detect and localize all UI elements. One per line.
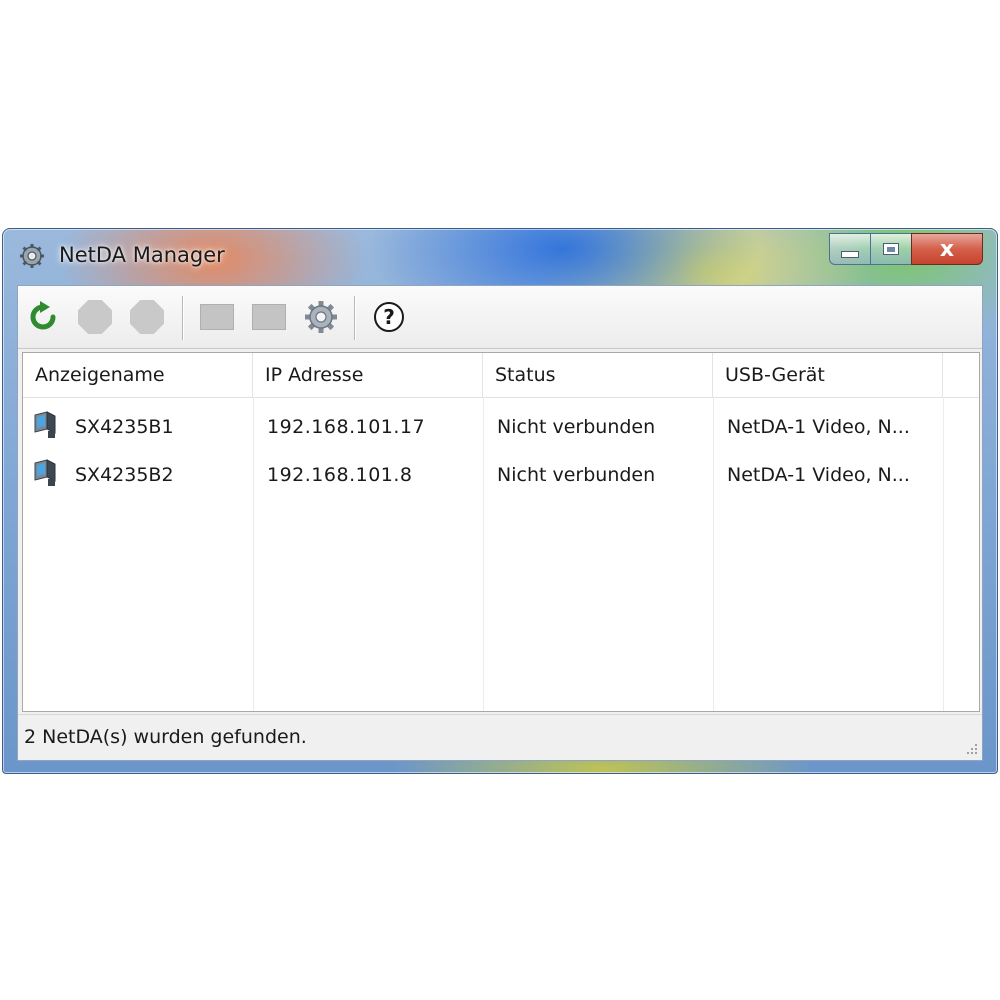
stop-icon [78, 300, 112, 334]
column-header-ip-adresse[interactable]: IP Adresse [253, 353, 483, 397]
cell-ip-adresse: 192.168.101.17 [267, 416, 426, 438]
cell-usb-geraet: NetDA-1 Video, N... [727, 464, 910, 486]
cell-status: Nicht verbunden [497, 416, 656, 438]
refresh-button[interactable] [24, 298, 62, 336]
table-row[interactable]: SX4235B1 192.168.101.17 Nicht verbunden … [23, 403, 979, 451]
gear-icon [20, 244, 44, 268]
toolbar-separator [182, 296, 183, 340]
stop-button-1[interactable] [76, 298, 114, 336]
column-header-status[interactable]: Status [483, 353, 713, 397]
help-icon: ? [374, 302, 404, 332]
app-window: NetDA Manager x ? Anzeigename IP Adresse… [2, 228, 998, 774]
column-header-usb-geraet[interactable]: USB-Gerät [713, 353, 943, 397]
maximize-icon [883, 243, 899, 255]
stop-button-2[interactable] [128, 298, 166, 336]
device-icon [34, 411, 56, 438]
minimize-button[interactable] [829, 233, 871, 265]
toolbar-separator [354, 296, 355, 340]
screen-icon [252, 304, 286, 330]
status-bar: 2 NetDA(s) wurden gefunden. [18, 714, 982, 759]
toolbar: ? [18, 286, 982, 349]
screen-button-2[interactable] [250, 298, 288, 336]
stop-icon [130, 300, 164, 334]
device-list[interactable]: Anzeigename IP Adresse Status USB-Gerät … [22, 352, 980, 712]
resize-grip-icon[interactable] [964, 741, 978, 755]
cell-usb-geraet: NetDA-1 Video, N... [727, 416, 910, 438]
help-button[interactable]: ? [370, 298, 408, 336]
cell-anzeigename: SX4235B2 [75, 464, 174, 486]
screen-icon [200, 304, 234, 330]
cell-status: Nicht verbunden [497, 464, 656, 486]
device-icon [34, 459, 56, 486]
column-header-anzeigename[interactable]: Anzeigename [23, 353, 253, 397]
cell-anzeigename: SX4235B1 [75, 416, 174, 438]
refresh-icon [30, 301, 56, 330]
status-text: 2 NetDA(s) wurden gefunden. [24, 726, 307, 748]
gear-icon [305, 301, 337, 333]
close-button[interactable]: x [911, 233, 983, 265]
list-header: Anzeigename IP Adresse Status USB-Gerät [23, 353, 979, 398]
settings-button[interactable] [302, 298, 340, 336]
client-area: ? Anzeigename IP Adresse Status USB-Gerä… [17, 285, 983, 761]
minimize-icon [841, 250, 859, 258]
title-bar[interactable]: NetDA Manager x [3, 229, 997, 285]
help-glyph: ? [383, 305, 395, 329]
table-row[interactable]: SX4235B2 192.168.101.8 Nicht verbunden N… [23, 451, 979, 499]
window-title: NetDA Manager [59, 243, 225, 267]
screen-button-1[interactable] [198, 298, 236, 336]
maximize-button[interactable] [870, 233, 912, 265]
cell-ip-adresse: 192.168.101.8 [267, 464, 413, 486]
column-header-empty [943, 353, 977, 397]
close-icon: x [939, 236, 955, 262]
caption-buttons: x [829, 233, 983, 267]
